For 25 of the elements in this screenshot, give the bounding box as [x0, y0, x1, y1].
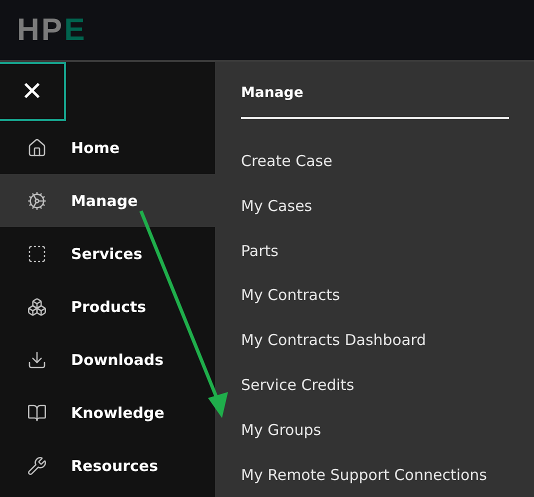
close-button[interactable]: ✕ [0, 62, 66, 121]
submenu-link[interactable]: Create Case [241, 138, 509, 184]
nav-item[interactable]: Knowledge [0, 386, 215, 439]
gear-icon [27, 190, 47, 210]
nav-item[interactable]: Products [0, 280, 215, 333]
book-icon [27, 402, 47, 422]
download-icon [27, 350, 47, 370]
submenu-link[interactable]: My Contracts [241, 273, 509, 318]
nav-item[interactable]: Home [0, 121, 215, 174]
logo[interactable]: HPE [17, 12, 87, 48]
submenu-link[interactable]: My Remote Support Connections [241, 452, 509, 497]
nav-item[interactable]: Resources [0, 439, 215, 492]
nav-item[interactable]: Manage [0, 174, 215, 227]
cubes-icon [27, 296, 47, 316]
house-icon [27, 138, 47, 158]
submenu-link[interactable]: My Groups [241, 407, 509, 452]
submenu-title: Manage [241, 70, 509, 119]
submenu-link[interactable]: My Cases [241, 183, 509, 228]
submenu-link[interactable]: My Contracts Dashboard [241, 318, 509, 363]
wrench-icon [27, 456, 47, 476]
submenu-link[interactable]: Parts [241, 228, 509, 274]
submenu-link[interactable]: Service Credits [241, 362, 509, 408]
dashed-square-icon [27, 244, 47, 264]
nav-item[interactable]: Downloads [0, 333, 215, 386]
nav-item[interactable]: Services [0, 227, 215, 280]
